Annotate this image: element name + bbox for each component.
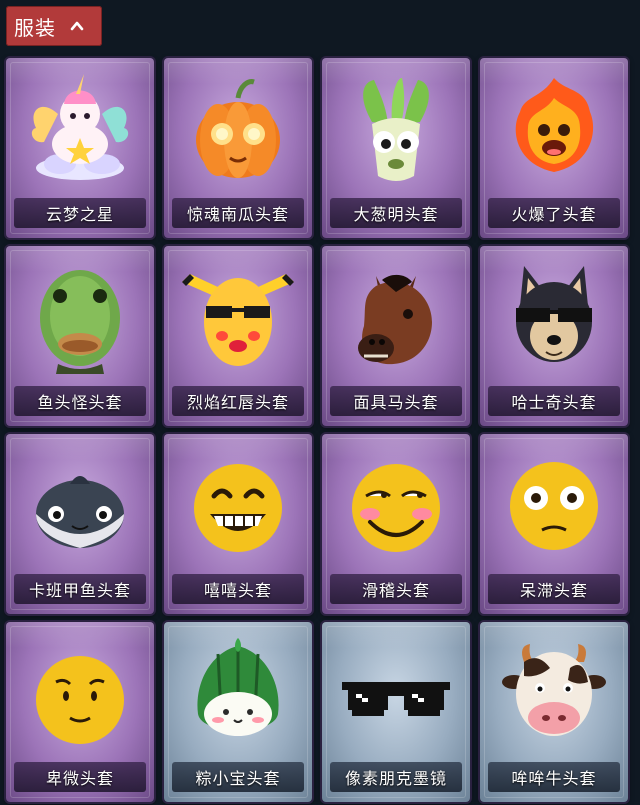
costume-card[interactable]: 惊魂南瓜头套 (164, 58, 312, 238)
costume-label: 火爆了头套 (488, 198, 620, 228)
funny-emoji-head-icon (352, 464, 440, 552)
costume-card[interactable]: 粽小宝头套 (164, 622, 312, 802)
costume-card[interactable]: 哈士奇头套 (480, 246, 628, 426)
pixel-sunglasses-icon (342, 682, 450, 716)
costume-label: 呆滞头套 (488, 574, 620, 604)
zongzi-head-icon (197, 638, 279, 736)
costume-label: 卑微头套 (14, 762, 146, 792)
category-title: 服装 (14, 15, 56, 40)
humble-emoji-head-icon (36, 656, 124, 744)
costume-card[interactable]: 烈焰红唇头套 (164, 246, 312, 426)
costume-label: 嘻嘻头套 (172, 574, 304, 604)
costume-label: 大葱明头套 (330, 198, 462, 228)
costume-card[interactable]: 火爆了头套 (480, 58, 628, 238)
chevron-up-icon (70, 21, 84, 31)
costume-label: 粽小宝头套 (172, 762, 304, 792)
fire-head-icon (515, 78, 594, 172)
costume-grid: 云梦之星 惊魂南瓜头套 大葱明头套 火爆了头套 鱼头怪头套 烈焰红唇头套 面具马… (6, 58, 628, 802)
horse-mask-icon (358, 274, 432, 365)
costume-label: 像素朋克墨镜 (330, 762, 462, 792)
costume-label: 云梦之星 (14, 198, 146, 228)
costume-card[interactable]: 鱼头怪头套 (6, 246, 154, 426)
costume-card[interactable]: 呆滞头套 (480, 434, 628, 614)
costume-category-toggle[interactable]: 服装 (6, 6, 102, 46)
costume-card[interactable]: 大葱明头套 (322, 58, 470, 238)
costume-card[interactable]: 面具马头套 (322, 246, 470, 426)
costume-label: 惊魂南瓜头套 (172, 198, 304, 228)
costume-label: 鱼头怪头套 (14, 386, 146, 416)
stunned-emoji-head-icon (510, 462, 598, 550)
costume-card[interactable]: 嘻嘻头套 (164, 434, 312, 614)
costume-label: 面具马头套 (330, 386, 462, 416)
grin-emoji-head-icon (194, 464, 282, 552)
costume-card[interactable]: 云梦之星 (6, 58, 154, 238)
unicorn-cloud-icon (31, 74, 129, 180)
husky-head-icon (516, 266, 592, 362)
costume-card[interactable]: 卑微头套 (6, 622, 154, 802)
costume-label: 卡班甲鱼头套 (14, 574, 146, 604)
pikachu-lips-head-icon (182, 274, 294, 366)
costume-label: 滑稽头套 (330, 574, 462, 604)
pumpkin-head-icon (196, 79, 280, 178)
costume-card[interactable]: 卡班甲鱼头套 (6, 434, 154, 614)
costume-card[interactable]: 像素朋克墨镜 (322, 622, 470, 802)
costume-card[interactable]: 哞哞牛头套 (480, 622, 628, 802)
costume-label: 哞哞牛头套 (488, 762, 620, 792)
costume-label: 哈士奇头套 (488, 386, 620, 416)
costume-card[interactable]: 滑稽头套 (322, 434, 470, 614)
fish-head-icon (40, 270, 120, 374)
turtle-head-icon (36, 476, 124, 548)
costume-label: 烈焰红唇头套 (172, 386, 304, 416)
scallion-head-icon (363, 78, 429, 181)
cow-head-icon (502, 644, 606, 736)
